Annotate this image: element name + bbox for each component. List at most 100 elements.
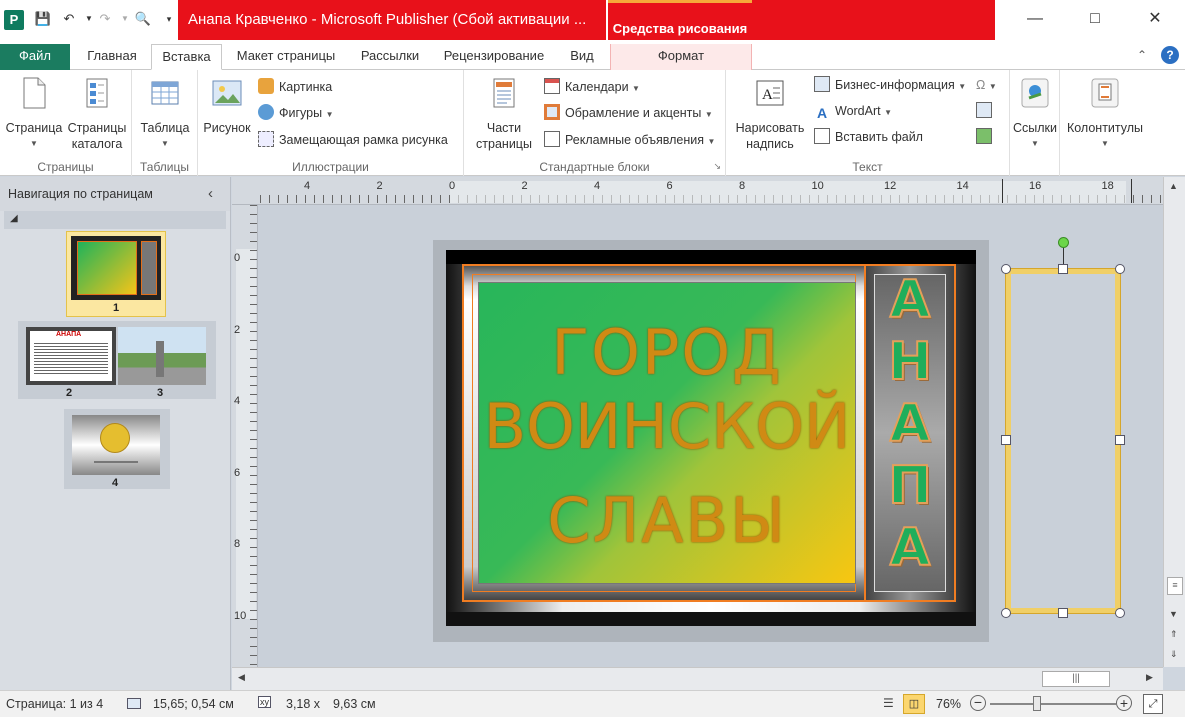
redo-icon[interactable]: ↷: [96, 10, 114, 28]
rotate-handle[interactable]: [1058, 237, 1069, 248]
group-tables: Таблица ▼ Таблицы: [132, 70, 198, 176]
side-letter[interactable]: А: [874, 517, 946, 579]
print-preview-icon[interactable]: 🔍: [134, 10, 152, 28]
draw-textbox-button[interactable]: A Нарисовать надпись: [732, 76, 808, 152]
resize-handle[interactable]: [1058, 608, 1068, 618]
title-frame[interactable]: ГОРОД ВОИНСКОЙ СЛАВЫ: [462, 264, 866, 602]
business-info-button[interactable]: Бизнес-информация ▼: [814, 74, 966, 96]
close-icon[interactable]: ✕: [1135, 6, 1175, 32]
vertical-scrollbar[interactable]: ▲ ≡ ▼ ⇑ ⇓: [1163, 177, 1185, 667]
resize-handle[interactable]: [1001, 608, 1011, 618]
tab-mailings[interactable]: Рассылки: [352, 44, 428, 70]
side-letter[interactable]: Н: [874, 331, 946, 393]
zoom-out-icon[interactable]: −: [970, 695, 986, 711]
page-thumb-1[interactable]: 1: [66, 231, 166, 317]
zoom-slider-track[interactable]: [990, 703, 1116, 705]
scroll-thumb[interactable]: ≡: [1167, 577, 1183, 595]
dialog-launcher-icon[interactable]: ↘: [713, 161, 721, 172]
side-letter[interactable]: А: [874, 269, 946, 331]
chevron-down-icon: ▼: [1031, 139, 1039, 148]
resize-handle[interactable]: [1115, 608, 1125, 618]
ribbon: Страница ▼ Страницы каталога Страницы Та…: [0, 70, 1185, 176]
side-letter[interactable]: П: [874, 455, 946, 517]
clipart-button[interactable]: Картинка: [258, 76, 332, 98]
maximize-icon[interactable]: □: [1075, 6, 1115, 32]
picture-placeholder-button[interactable]: Замещающая рамка рисунка: [258, 129, 448, 151]
page-parts-button[interactable]: Части страницы: [468, 76, 540, 152]
picture-button[interactable]: Рисунок: [202, 76, 252, 136]
collapse-ribbon-icon[interactable]: ⌃: [1137, 48, 1147, 62]
resize-handle[interactable]: [1001, 264, 1011, 274]
tab-format[interactable]: Формат: [610, 44, 752, 70]
borders-accents-button[interactable]: Обрамление и акценты ▼: [544, 102, 713, 124]
vertical-ruler[interactable]: 0 2 4 6 8 10: [232, 205, 258, 667]
scroll-right-icon[interactable]: ▶: [1146, 672, 1153, 683]
resize-handle[interactable]: [1058, 264, 1068, 274]
tab-page-layout[interactable]: Макет страницы: [228, 44, 344, 70]
next-page-icon[interactable]: ⇓: [1170, 649, 1178, 660]
zoom-in-icon[interactable]: +: [1116, 695, 1132, 711]
catalog-pages-button[interactable]: Страницы каталога: [66, 76, 128, 152]
title-text-line-1[interactable]: ГОРОД: [478, 316, 856, 389]
wordart-button[interactable]: A WordArt ▼: [814, 100, 892, 122]
scroll-left-icon[interactable]: ◀: [238, 672, 245, 683]
side-frame[interactable]: АНАПА: [864, 264, 956, 602]
fit-page-icon[interactable]: ⤢: [1143, 694, 1163, 714]
tab-review[interactable]: Рецензирование: [436, 44, 552, 70]
two-page-spread-icon[interactable]: ◫: [903, 694, 925, 714]
ruler-top-number: 12: [884, 180, 897, 192]
tab-home[interactable]: Главная: [80, 44, 144, 70]
links-button[interactable]: Ссылки ▼: [1012, 76, 1058, 152]
section-header[interactable]: ◢: [4, 211, 226, 229]
selected-shape[interactable]: [1005, 268, 1121, 614]
publication-page[interactable]: ГОРОД ВОИНСКОЙ СЛАВЫ АНАПА: [446, 250, 976, 626]
table-button[interactable]: Таблица ▼: [136, 76, 194, 152]
document-canvas[interactable]: ГОРОД ВОИНСКОЙ СЛАВЫ АНАПА: [258, 205, 1163, 667]
help-icon[interactable]: ?: [1161, 46, 1179, 64]
single-page-view-icon[interactable]: ☰: [883, 697, 897, 711]
save-icon[interactable]: 💾: [34, 10, 52, 28]
page-button[interactable]: Страница ▼: [4, 76, 64, 152]
publisher-icon[interactable]: P: [4, 10, 24, 30]
symbol-button[interactable]: Ω ▼: [976, 74, 997, 96]
collapse-pane-icon[interactable]: ‹: [208, 177, 213, 211]
minimize-icon[interactable]: —: [1015, 6, 1055, 32]
h-scroll-thumb[interactable]: |||: [1042, 671, 1110, 687]
resize-handle[interactable]: [1115, 264, 1125, 274]
zoom-level[interactable]: 76%: [936, 697, 961, 711]
tab-file[interactable]: Файл: [0, 44, 70, 70]
tab-view[interactable]: Вид: [560, 44, 604, 70]
page-thumb-4[interactable]: 4: [64, 409, 170, 489]
resize-handle[interactable]: [1001, 435, 1011, 445]
thumb-2-lines: [34, 341, 108, 375]
scroll-down-icon[interactable]: ▼: [1169, 609, 1178, 619]
insert-file-button[interactable]: Вставить файл: [814, 126, 923, 148]
page-count[interactable]: Страница: 1 из 4: [6, 697, 103, 711]
calendars-button[interactable]: Календари ▼: [544, 76, 640, 98]
redo-dropdown-icon[interactable]: ▼: [116, 10, 134, 28]
advertisements-button[interactable]: Рекламные объявления ▼: [544, 129, 715, 151]
prev-page-icon[interactable]: ⇑: [1170, 629, 1178, 640]
nav-pane-title: Навигация по страницам: [8, 187, 153, 201]
ruler-top-number: 2: [521, 180, 528, 192]
date-time-icon[interactable]: [976, 100, 992, 122]
scroll-up-icon[interactable]: ▲: [1169, 181, 1178, 191]
catalog-pages-icon: [86, 78, 108, 108]
tab-insert[interactable]: Вставка: [151, 44, 222, 70]
horizontal-scrollbar[interactable]: ◀ ||| ▶: [232, 667, 1163, 690]
horizontal-ruler[interactable]: 4 2 0 2 4 6 8 10 12 14 16 18: [232, 177, 1163, 205]
shapes-button[interactable]: Фигуры ▼: [258, 102, 334, 124]
title-text-line-3[interactable]: СЛАВЫ: [478, 484, 856, 557]
page-thumb-2-3[interactable]: АНАПА 2 3: [18, 321, 216, 399]
wordart-label: WordArt: [835, 104, 881, 118]
header-footer-button[interactable]: Колонтитулы ▼: [1062, 76, 1148, 152]
resize-handle[interactable]: [1115, 435, 1125, 445]
side-letter[interactable]: А: [874, 393, 946, 455]
undo-icon[interactable]: ↶: [60, 10, 78, 28]
zoom-slider-thumb[interactable]: [1033, 696, 1041, 711]
customize-qat-icon[interactable]: ▾: [160, 10, 178, 28]
picture-icon: [212, 80, 242, 106]
ruler-left-ticks: [250, 205, 257, 667]
title-text-line-2[interactable]: ВОИНСКОЙ: [478, 390, 856, 463]
object-icon[interactable]: [976, 126, 992, 148]
